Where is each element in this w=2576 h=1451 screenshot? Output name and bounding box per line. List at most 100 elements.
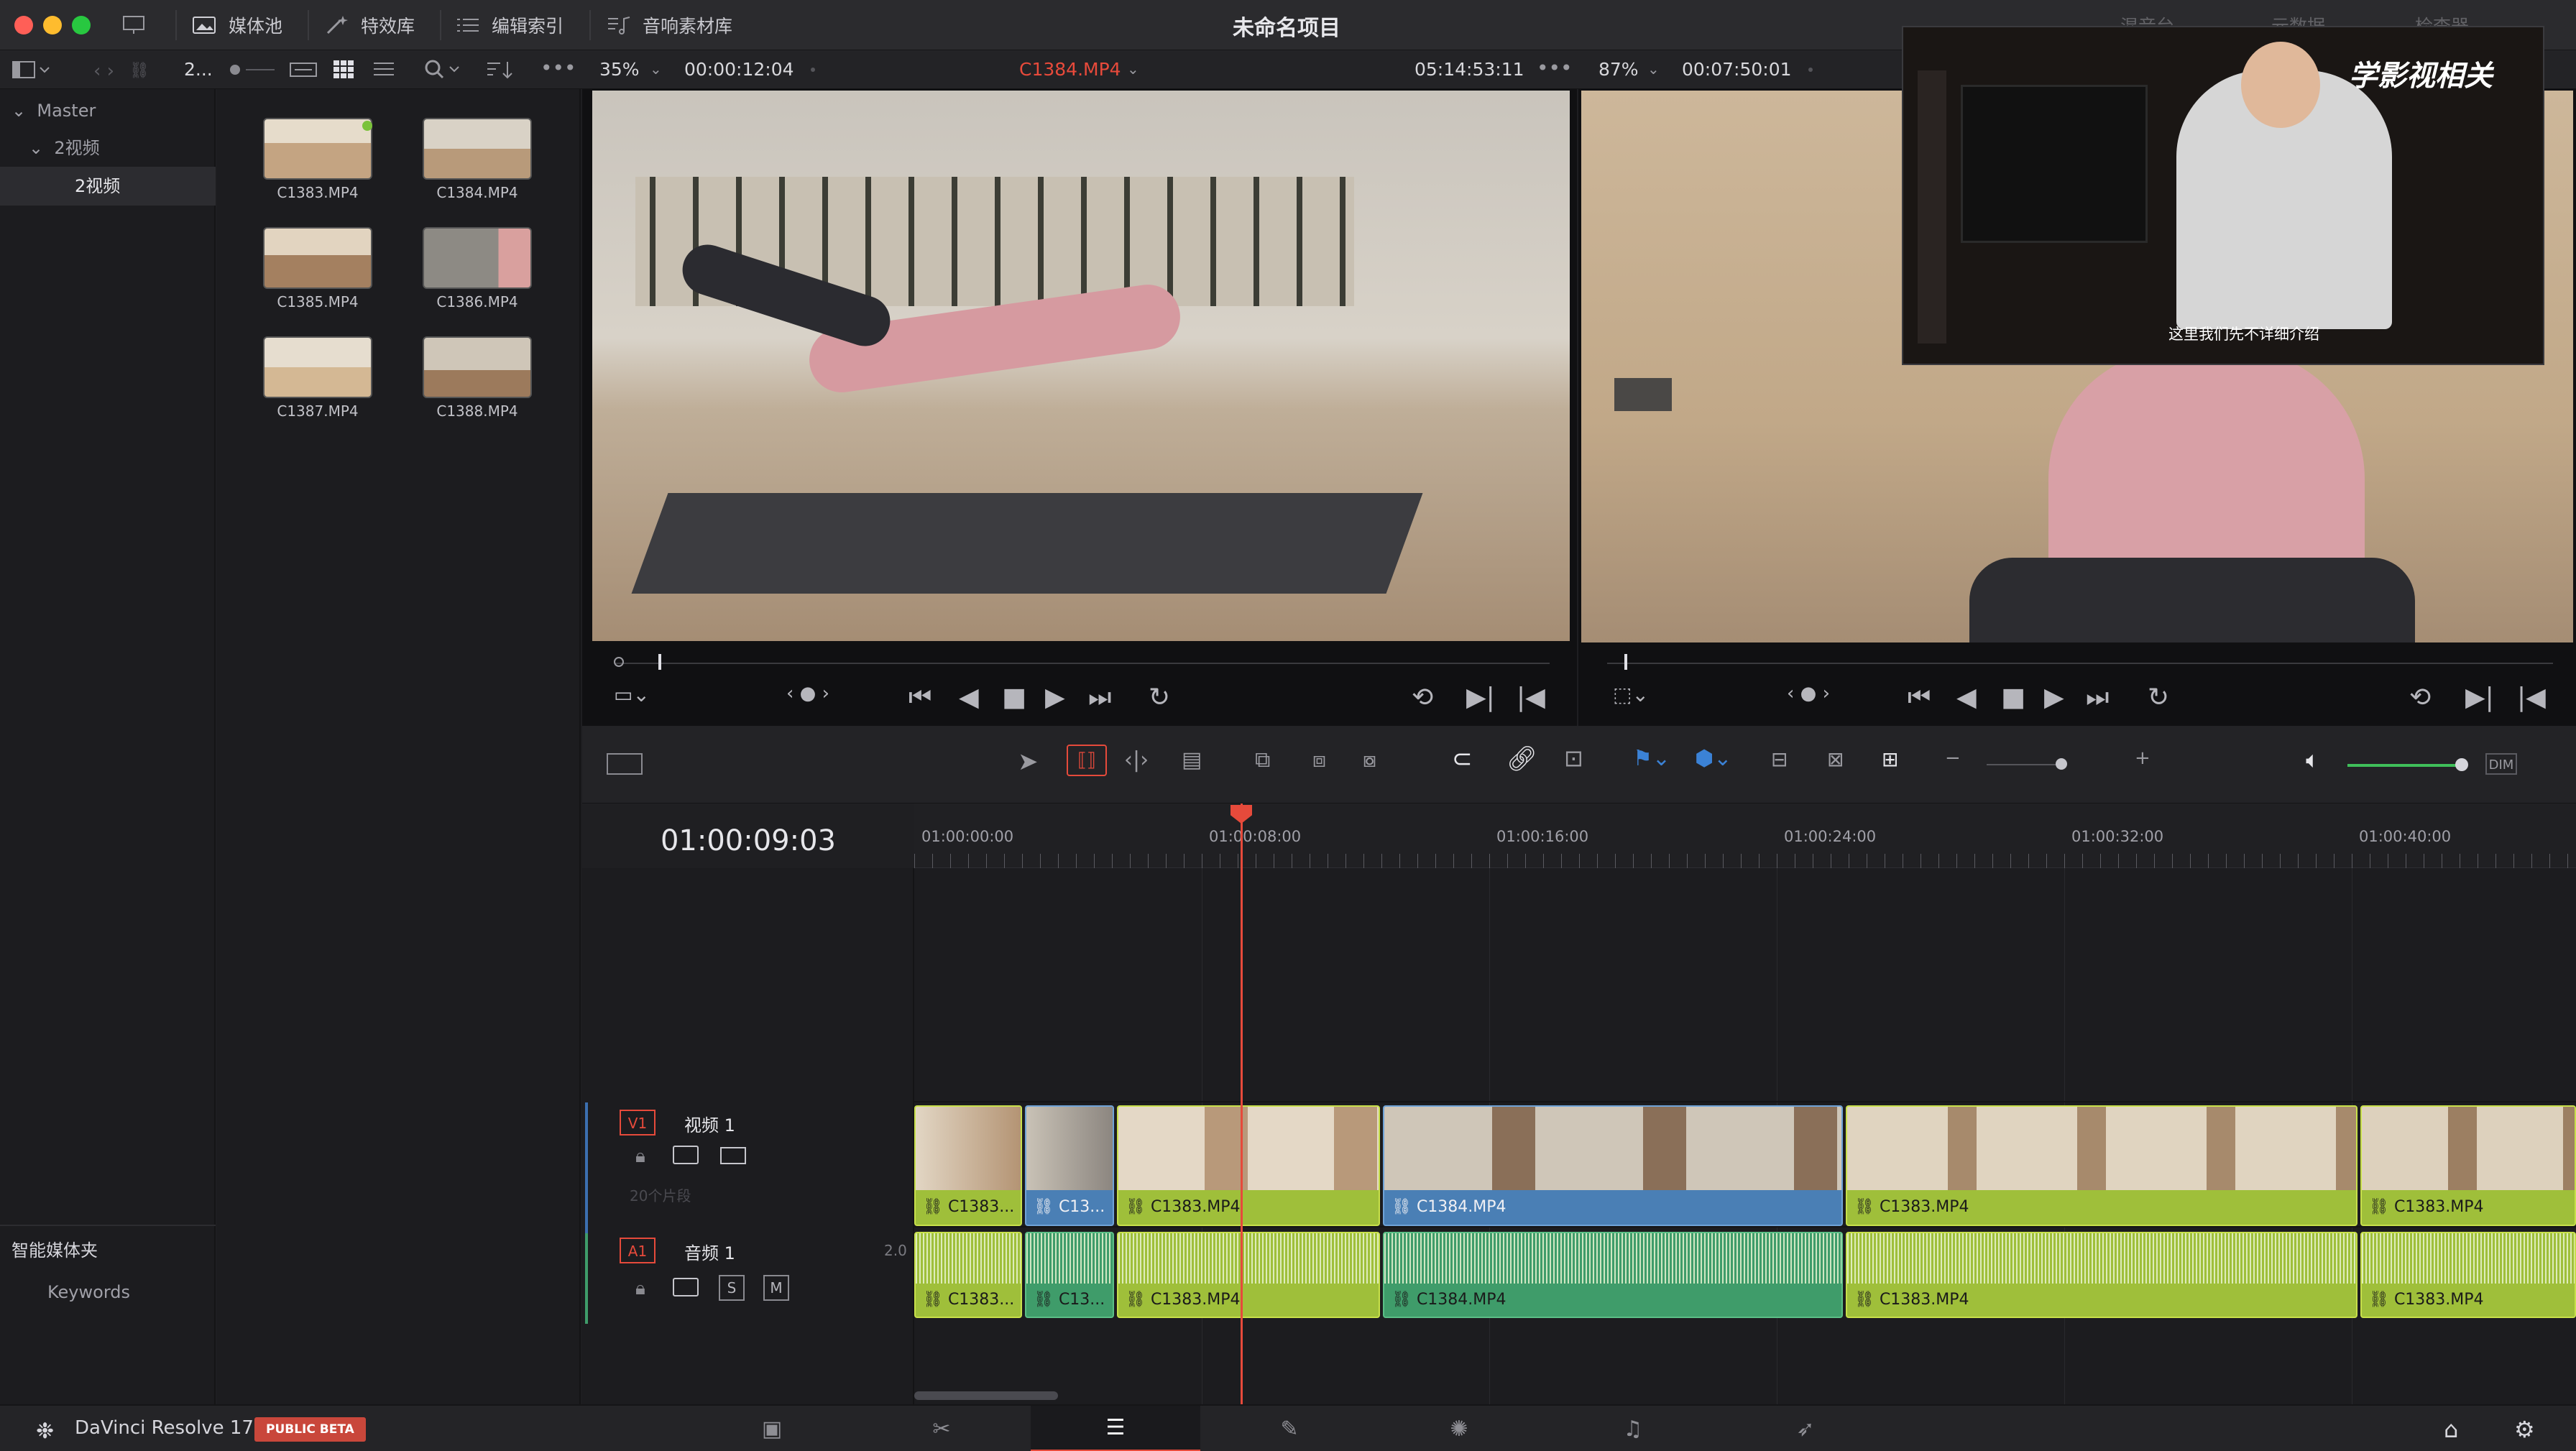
clip-item[interactable]: C1385.MP4 [263, 227, 390, 310]
match-frame-icon[interactable]: ⟲ [1412, 683, 1433, 712]
settings-gear-icon[interactable]: ⚙ [2514, 1416, 2535, 1443]
a1-track-id[interactable]: A1 [620, 1238, 656, 1263]
source-clip-name[interactable]: C1384.MP4 [1019, 50, 1121, 89]
insert-clip-icon[interactable]: ⧉ [1255, 747, 1270, 773]
zoom-slider-handle[interactable] [2056, 758, 2067, 770]
audio-clip[interactable]: ⛓ C1384.MP4 [1383, 1232, 1843, 1318]
audio-clip[interactable]: ⛓ C1383... [914, 1232, 1022, 1318]
go-to-start-icon[interactable]: ⏮ [908, 683, 932, 713]
page-media-icon[interactable]: ▣ [687, 1406, 857, 1451]
volume-slider-handle[interactable] [2455, 758, 2468, 771]
step-back-icon[interactable]: ◀ [1956, 683, 1977, 712]
timeline-playhead[interactable] [1241, 803, 1243, 1404]
source-options-icon[interactable]: ••• [1537, 56, 1573, 80]
program-zoom-chevron-icon[interactable]: ⌄ [1647, 60, 1660, 78]
mute-button[interactable]: M [763, 1275, 789, 1301]
nav-arrows-icon[interactable]: ‹ › [93, 60, 114, 82]
overwrite-clip-icon[interactable]: ⧈ [1312, 747, 1326, 773]
a1-track-name[interactable]: 音频 1 [684, 1239, 735, 1264]
track-visibility-icon[interactable] [720, 1147, 746, 1164]
grid-view-icon[interactable] [332, 59, 355, 80]
crop-icon[interactable]: ⬚⌄ [1613, 683, 1649, 706]
page-edit-icon[interactable]: ☰ [1031, 1406, 1200, 1451]
timeline-scrollbar[interactable] [914, 1391, 1058, 1400]
close-window-button[interactable] [14, 16, 33, 34]
dynamic-trim-icon[interactable]: ‹|› [1124, 747, 1149, 773]
video-clip[interactable]: ⛓ C1384.MP4 [1383, 1105, 1843, 1226]
go-to-start-icon[interactable]: ⏮ [1908, 683, 1931, 713]
lock-track-icon[interactable]: 🔒︎ [635, 1278, 645, 1300]
trim-tool-icon[interactable]: ⟦⟧ [1067, 745, 1107, 776]
more-options-icon[interactable]: ••• [540, 56, 576, 80]
video-clip[interactable]: ⛓ C1383.MP4 [1117, 1105, 1380, 1226]
page-cut-icon[interactable]: ✂ [857, 1406, 1026, 1451]
sidebar-toggle-icon[interactable] [12, 60, 52, 79]
zoom-custom-icon[interactable]: ⊞ [1882, 747, 1898, 771]
video-clip[interactable]: ⛓ C1383.MP4 [2360, 1105, 2576, 1226]
source-video-frame[interactable] [592, 91, 1570, 641]
sort-icon[interactable] [484, 59, 516, 80]
audio-clip[interactable]: ⛓ C1383.MP4 [1846, 1232, 2358, 1318]
minimize-window-button[interactable] [43, 16, 62, 34]
video-clip[interactable]: ⛓ C1383... [914, 1105, 1022, 1226]
auto-select-icon[interactable] [673, 1146, 699, 1164]
tab-effects-library[interactable]: 特效库 [323, 0, 415, 50]
smart-bin-keywords[interactable]: Keywords [47, 1282, 130, 1302]
clip-item[interactable]: C1386.MP4 [423, 227, 549, 310]
audio-clip[interactable]: ⛓ C1383.MP4 [1117, 1232, 1380, 1318]
v1-track-name[interactable]: 视频 1 [684, 1111, 735, 1136]
page-deliver-icon[interactable]: ➶ [1721, 1406, 1890, 1451]
volume-slider[interactable] [2347, 764, 2462, 767]
mark-in-icon[interactable]: |◀ [2517, 683, 2546, 712]
clip-item[interactable]: C1388.MP4 [423, 336, 549, 420]
clip-item[interactable]: C1384.MP4 [423, 118, 549, 201]
tab-media-pool[interactable]: 媒体池 [191, 0, 282, 50]
selection-tool-icon[interactable]: ➤ [1018, 747, 1039, 776]
play-icon[interactable]: ▶ [1045, 683, 1065, 712]
source-scrubber[interactable] [615, 663, 1550, 664]
step-back-icon[interactable]: ◀ [959, 683, 979, 712]
workspace-layout-button[interactable] [121, 0, 148, 50]
jog-icon[interactable]: ‹ ● › [786, 683, 829, 704]
mark-out-icon[interactable]: ▶| [2465, 683, 2494, 712]
program-scrubber[interactable] [1607, 663, 2553, 664]
video-clip[interactable]: ⛓ C13... [1025, 1105, 1114, 1226]
metadata-view-icon[interactable] [289, 60, 318, 79]
tab-sound-library[interactable]: 音响素材库 [605, 0, 732, 50]
loop-icon[interactable]: ↻ [1149, 683, 1170, 712]
source-zoom[interactable]: 35% [599, 50, 640, 89]
clip-menu-chevron-icon[interactable]: ⌄ [1127, 60, 1139, 78]
bin-master[interactable]: ⌄ Master [12, 96, 96, 125]
program-zoom[interactable]: 87% [1598, 50, 1639, 89]
flag-icon[interactable]: ⚑⌄ [1633, 746, 1670, 771]
stop-icon[interactable]: ■ [1002, 683, 1026, 712]
program-playhead[interactable] [1624, 654, 1627, 670]
source-playhead[interactable] [658, 654, 661, 670]
marker-icon[interactable]: ⬢⌄ [1695, 746, 1731, 771]
link-icon[interactable]: ⛓ [129, 62, 150, 80]
home-icon[interactable]: ⌂ [2444, 1416, 2458, 1443]
match-frame-icon[interactable]: ⟲ [2409, 683, 2431, 712]
video-clip[interactable]: ⛓ C1383.MP4 [1846, 1105, 2358, 1226]
dim-button[interactable]: DIM [2485, 753, 2517, 775]
list-view-icon[interactable] [372, 59, 395, 80]
timeline-ruler[interactable]: 01:00:00:00 01:00:08:00 01:00:16:00 01:0… [914, 803, 2576, 868]
bin-selected[interactable]: 2视频 [0, 167, 216, 206]
v1-track-id[interactable]: V1 [620, 1110, 656, 1136]
blade-tool-icon[interactable]: ▤ [1182, 747, 1202, 773]
zoom-full-icon[interactable]: ⊟ [1771, 747, 1788, 771]
aspect-icon[interactable]: ▭⌄ [614, 683, 650, 706]
thumb-size-slider[interactable] [246, 69, 275, 70]
go-to-end-icon[interactable]: ⏭ [2086, 683, 2109, 713]
solo-button[interactable]: S [719, 1275, 745, 1301]
position-lock-icon[interactable]: ⊡ [1564, 745, 1583, 772]
page-color-icon[interactable]: ✺ [1374, 1406, 1544, 1451]
search-icon[interactable] [424, 59, 464, 80]
page-fairlight-icon[interactable]: ♫ [1548, 1406, 1718, 1451]
audio-clip[interactable]: ⛓ C1383.MP4 [2360, 1232, 2576, 1318]
stop-icon[interactable]: ■ [2001, 683, 2025, 712]
maximize-window-button[interactable] [72, 16, 91, 34]
tab-edit-index[interactable]: 编辑索引 [454, 0, 564, 50]
zoom-in-icon[interactable]: + [2135, 747, 2150, 769]
timeline-tracks[interactable]: ⛓ C1383... ⛓ C13... ⛓ C1383.MP4 ⛓ C1384.… [914, 868, 2576, 1404]
